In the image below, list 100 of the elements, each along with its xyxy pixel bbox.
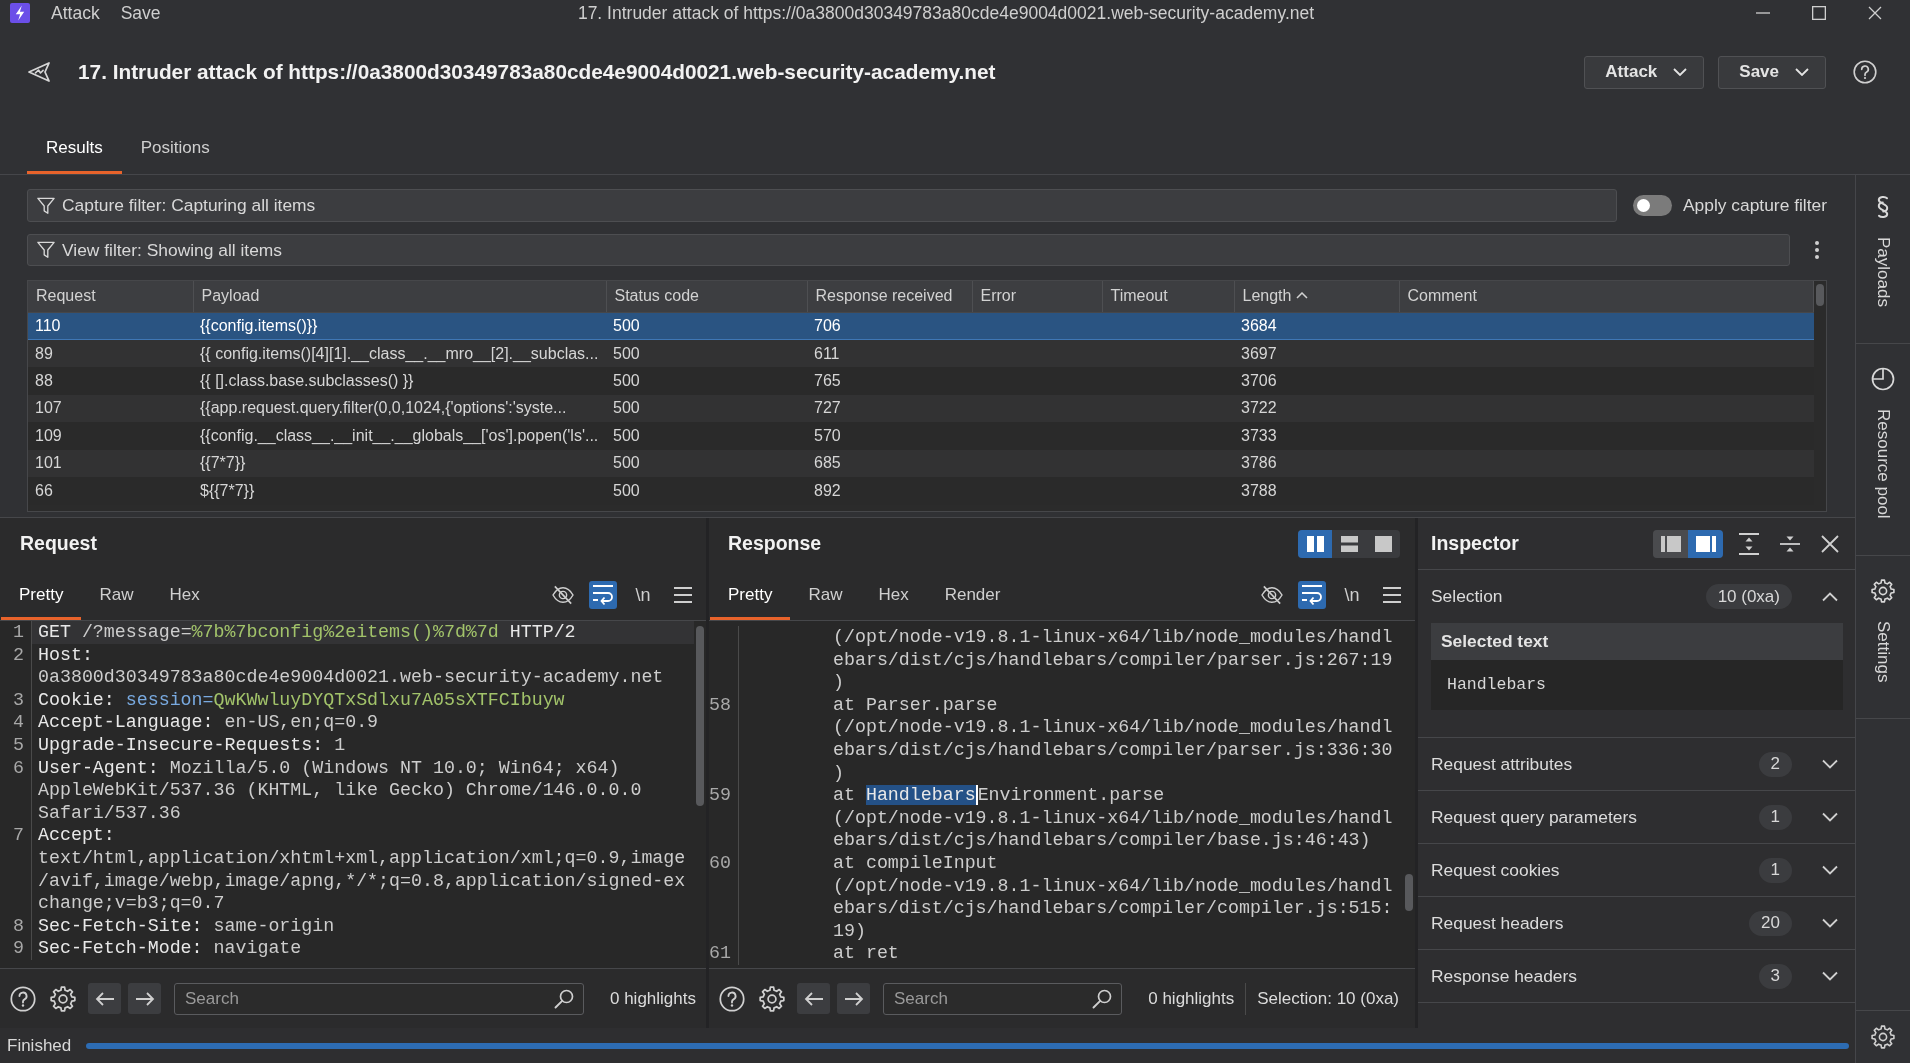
filter-icon bbox=[37, 196, 55, 215]
close-icon[interactable] bbox=[1821, 534, 1839, 553]
line-number: 5 bbox=[13, 734, 24, 755]
settings-icon[interactable] bbox=[50, 985, 76, 1012]
dropdown-button[interactable]: Save bbox=[1718, 55, 1826, 89]
column-header[interactable]: Comment bbox=[1399, 281, 1814, 312]
more-icon[interactable] bbox=[1815, 241, 1819, 259]
column-header[interactable]: Timeout bbox=[1102, 281, 1234, 312]
page-title: 17. Intruder attack of https://0a3800d30349783a80cde4e9004d0021.web-security-academy.net bbox=[78, 59, 997, 86]
help-icon[interactable] bbox=[10, 985, 36, 1012]
column-header[interactable]: Length bbox=[1234, 281, 1399, 312]
minimize-icon[interactable] bbox=[1756, 12, 1770, 15]
back-button[interactable] bbox=[88, 983, 121, 1014]
layout-button[interactable] bbox=[1653, 529, 1688, 558]
tab[interactable]: Render bbox=[926, 570, 1019, 620]
panel-title: Response bbox=[728, 531, 823, 557]
sidebar-tab[interactable]: Settings bbox=[1856, 560, 1910, 719]
tab[interactable]: Raw bbox=[81, 570, 152, 620]
tab[interactable]: Positions bbox=[121, 120, 229, 174]
highlight-count: 0 highlights bbox=[1148, 987, 1235, 1010]
caret-icon bbox=[1795, 68, 1809, 76]
search-field[interactable]: Search bbox=[174, 982, 584, 1015]
table-cell: 570 bbox=[807, 422, 972, 450]
column-header[interactable]: Error bbox=[972, 281, 1102, 312]
sort-up-icon bbox=[1296, 292, 1309, 300]
table-cell: 3722 bbox=[1234, 394, 1399, 422]
tab[interactable]: Hex bbox=[860, 570, 927, 620]
filter-button[interactable]: Capture filter: Capturing all items bbox=[27, 189, 1617, 222]
chevron-down-icon[interactable] bbox=[1822, 971, 1838, 981]
chevron-down-icon[interactable] bbox=[1822, 865, 1838, 875]
settings-icon[interactable] bbox=[1871, 1025, 1895, 1049]
section-title[interactable]: Request headers bbox=[1431, 909, 1564, 937]
table-row[interactable]: 89 {{ config.items()[4][1].__class__.__mro__[2].__subclas... 500 611 3697 bbox=[28, 339, 1814, 367]
table-row[interactable]: 110 {{config.items()}} 500 706 3684 bbox=[28, 312, 1814, 340]
paper-plane-icon[interactable] bbox=[28, 62, 50, 82]
section-title[interactable]: Request attributes bbox=[1431, 750, 1573, 778]
expand-icon[interactable] bbox=[1738, 532, 1760, 555]
chevron-down-icon[interactable] bbox=[1822, 759, 1838, 769]
table-cell: {{config.__class__.__init__.__globals__['os'].popen('ls'... bbox=[193, 422, 606, 450]
tab[interactable]: Raw bbox=[790, 570, 861, 620]
panel-left-icon bbox=[1660, 535, 1681, 552]
tab[interactable]: Results bbox=[27, 120, 122, 174]
section-title[interactable]: Request query parameters bbox=[1431, 803, 1637, 831]
code-line: Sec-Fetch-Site: same-origin bbox=[37, 914, 336, 938]
table-cell: 3697 bbox=[1234, 339, 1399, 367]
toggle-label: Apply capture filter bbox=[1682, 194, 1827, 218]
layout-button[interactable] bbox=[1688, 529, 1723, 558]
section-title[interactable]: Request cookies bbox=[1431, 856, 1560, 884]
help-icon[interactable] bbox=[1853, 60, 1877, 84]
wrap-button[interactable] bbox=[1298, 581, 1326, 609]
count-badge: 1 bbox=[1758, 804, 1792, 830]
back-button[interactable] bbox=[797, 983, 830, 1014]
wrap-button[interactable] bbox=[589, 581, 617, 609]
maximize-icon[interactable] bbox=[1812, 6, 1826, 21]
dropdown-button[interactable]: Attack bbox=[1584, 55, 1705, 89]
close-icon[interactable] bbox=[1868, 6, 1882, 21]
toggle-switch[interactable] bbox=[1632, 195, 1672, 216]
chevron-up-icon[interactable] bbox=[1822, 591, 1838, 602]
column-header[interactable]: Request bbox=[28, 281, 193, 312]
menu-item[interactable]: Attack bbox=[51, 0, 100, 27]
tab[interactable]: Hex bbox=[151, 570, 218, 620]
code-line: (/opt/node-v19.8.1-linux-x64/lib/node_modules/handl ebars/dist/cjs/handlebars/compiler/parser.js:267:19 ) bbox=[832, 626, 1394, 694]
code-line: at ret bbox=[832, 942, 900, 965]
line-number: 3 bbox=[13, 689, 24, 710]
table-row[interactable]: 109 {{config.__class__.__init__.__globals__['os'].popen('ls'... 500 570 3733 bbox=[28, 422, 1814, 450]
menu-icon bbox=[1382, 586, 1402, 604]
table-row[interactable]: 107 {{app.request.query.filter(0,0,1024,{'options':'syste... 500 727 3722 bbox=[28, 394, 1814, 422]
menu-item[interactable]: Save bbox=[120, 0, 161, 27]
forward-button[interactable] bbox=[128, 983, 161, 1014]
line-number: 2 bbox=[13, 644, 24, 665]
settings-icon[interactable] bbox=[759, 985, 785, 1012]
chevron-down-icon[interactable] bbox=[1822, 812, 1838, 822]
line-number: 4 bbox=[13, 712, 24, 733]
column-header[interactable]: Status code bbox=[606, 281, 807, 312]
help-icon[interactable] bbox=[719, 985, 745, 1012]
code-line: Sec-Fetch-Mode: navigate bbox=[37, 937, 303, 960]
newline-button[interactable]: \n bbox=[1338, 581, 1366, 609]
scrollbar bbox=[1816, 284, 1824, 306]
newline-button[interactable]: \n bbox=[629, 581, 657, 609]
chevron-down-icon[interactable] bbox=[1822, 918, 1838, 928]
panel-title: Request bbox=[20, 531, 98, 557]
search-icon[interactable] bbox=[554, 988, 574, 1009]
section-title[interactable]: Selection bbox=[1431, 583, 1503, 610]
sidebar-tab[interactable]: Payloads bbox=[1856, 177, 1910, 344]
search-icon[interactable] bbox=[1092, 988, 1113, 1009]
table-row[interactable]: 88 {{ [].class.base.subclasses() }} 500 765 3706 bbox=[28, 367, 1814, 395]
sidebar-tab[interactable]: Resource pool bbox=[1856, 348, 1910, 556]
table-row[interactable]: 101 {{7*7}} 500 685 3786 bbox=[28, 449, 1814, 477]
table-cell: 685 bbox=[807, 449, 972, 477]
section-title[interactable]: Response headers bbox=[1431, 962, 1577, 990]
search-field[interactable]: Search bbox=[883, 982, 1123, 1015]
table-cell: 101 bbox=[28, 449, 193, 477]
status-text: Finished bbox=[7, 1034, 72, 1057]
forward-button[interactable] bbox=[837, 983, 870, 1014]
column-header[interactable]: Response received bbox=[807, 281, 972, 312]
wrap-icon bbox=[1301, 584, 1323, 606]
column-header[interactable]: Payload bbox=[193, 281, 606, 312]
menu-icon bbox=[673, 586, 693, 604]
filter-button[interactable]: View filter: Showing all items bbox=[27, 234, 1790, 266]
table-row[interactable]: 66 ${{7*7}} 500 892 3788 bbox=[28, 477, 1814, 505]
